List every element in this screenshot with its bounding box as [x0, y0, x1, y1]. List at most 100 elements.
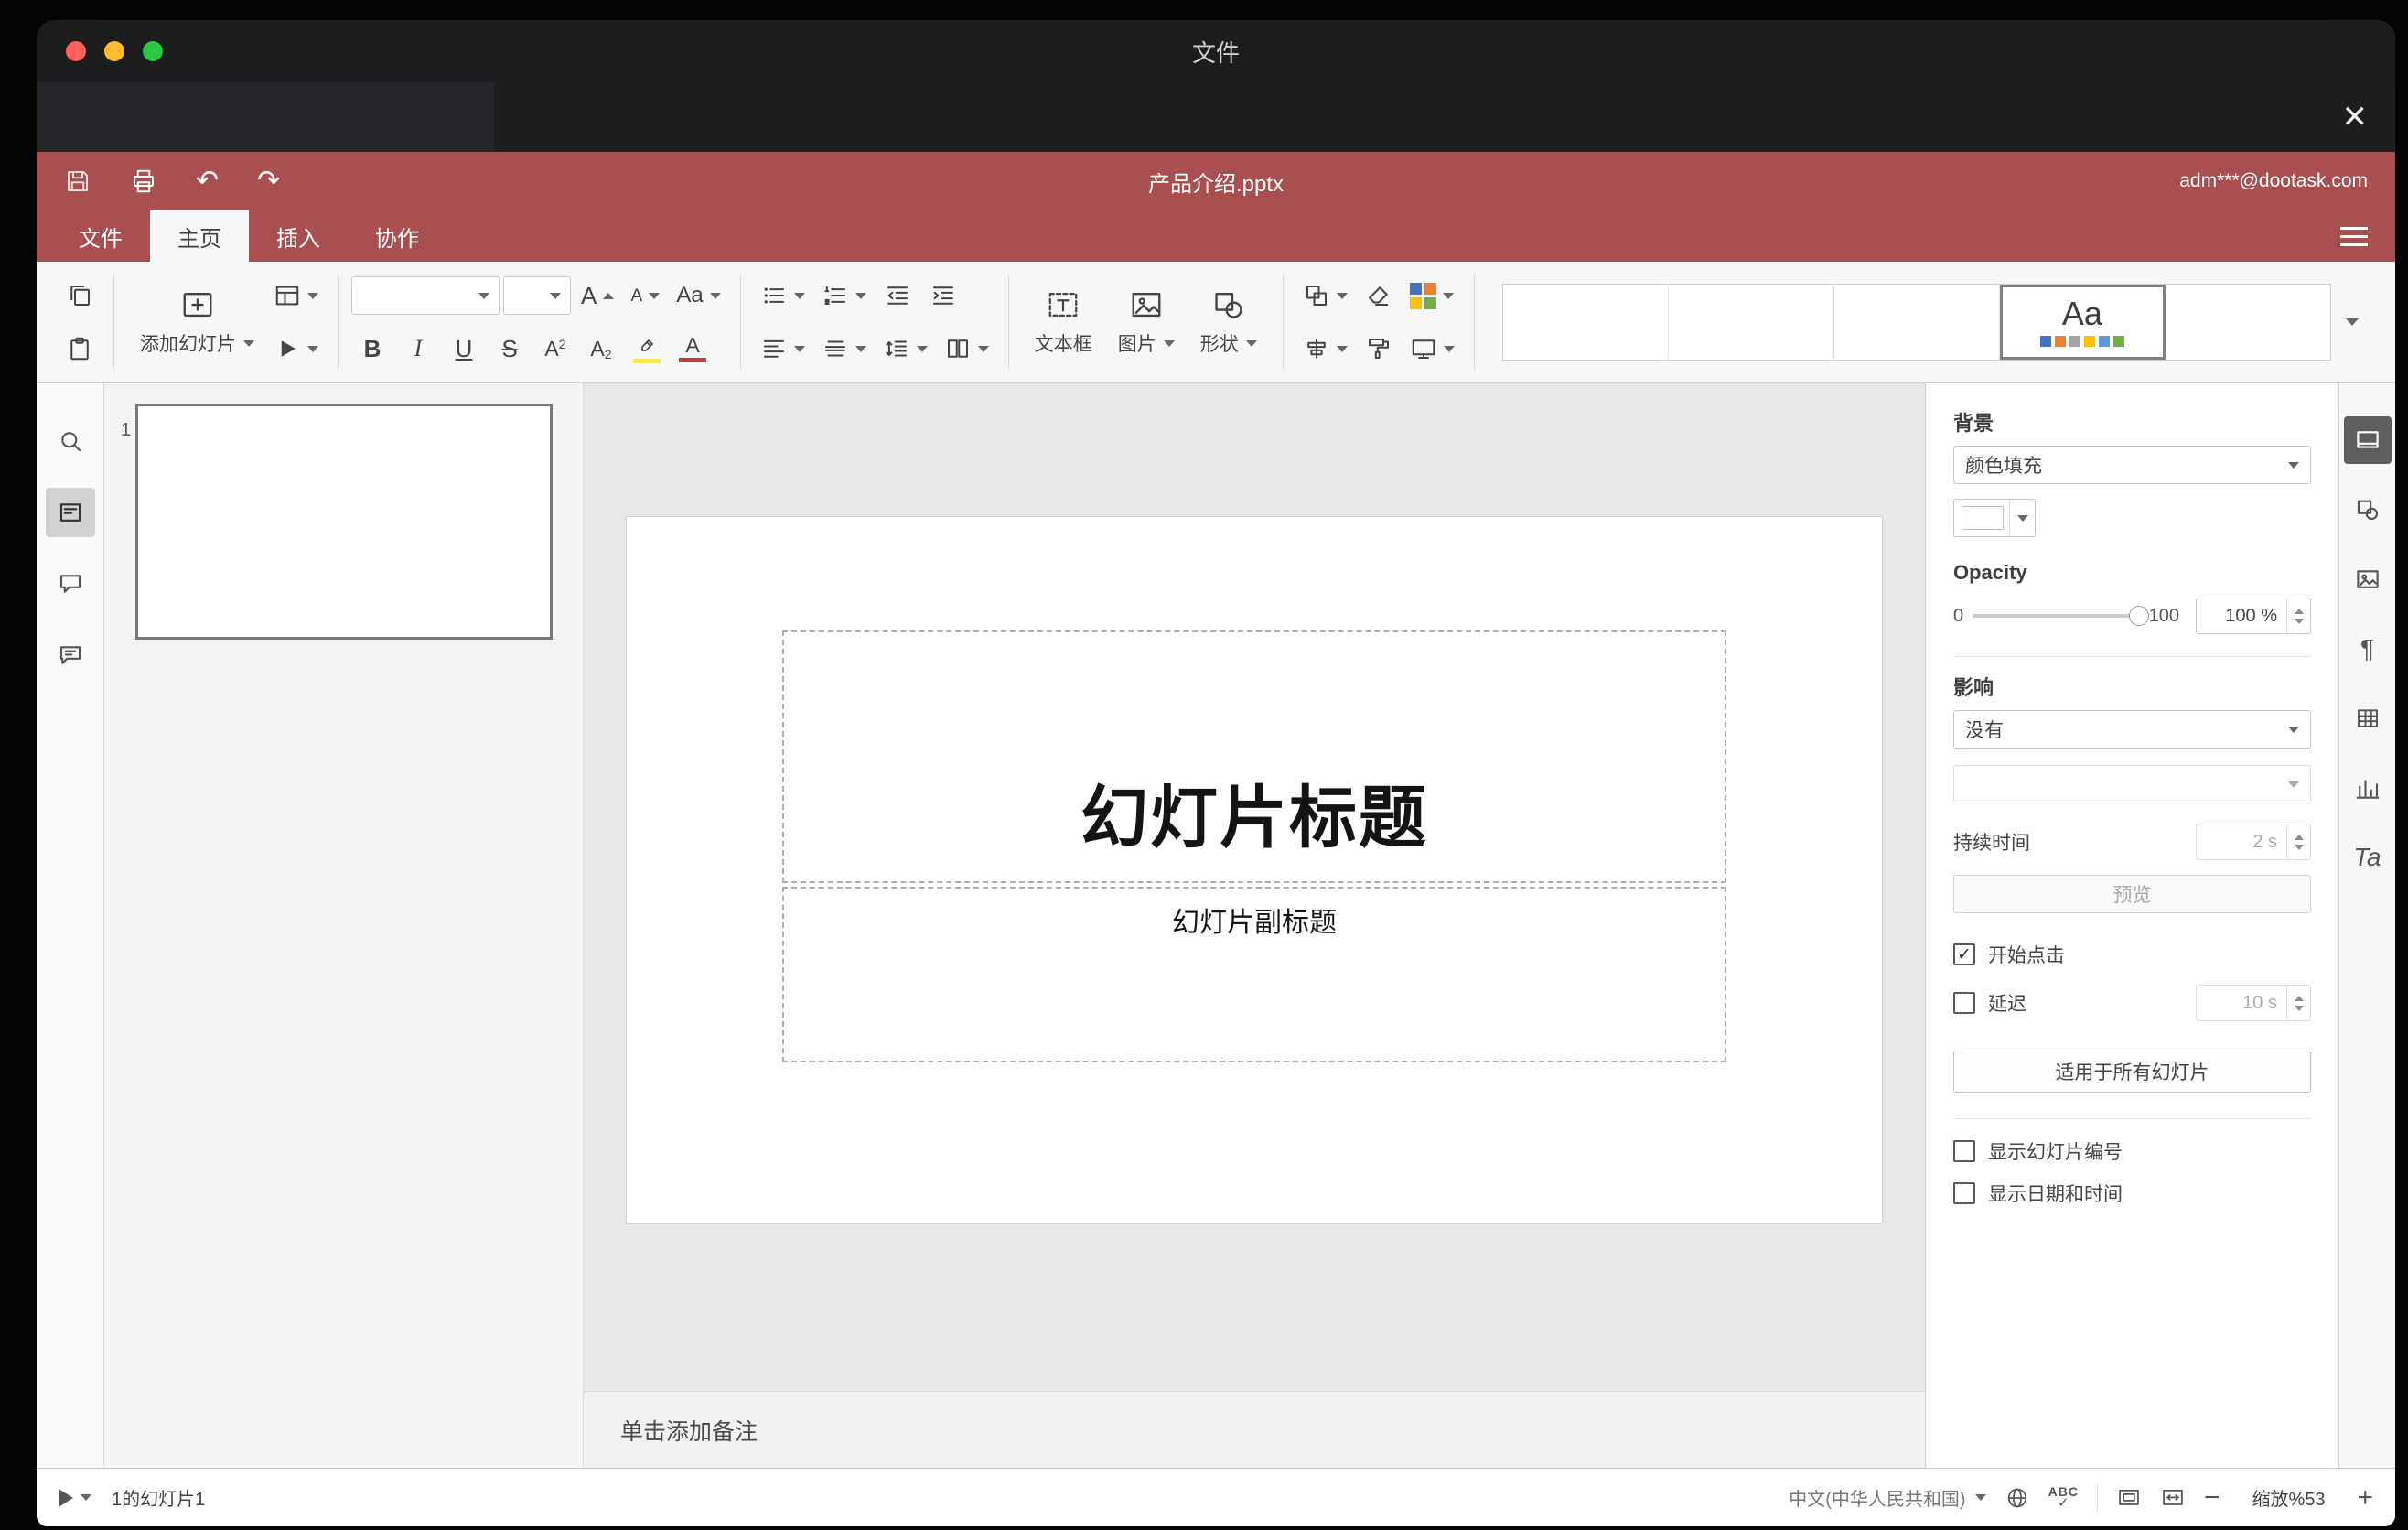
theme-thumbnail[interactable] [1833, 285, 2000, 360]
start-slideshow-statusbar-button[interactable] [59, 1488, 91, 1507]
zoom-out-button[interactable]: − [2204, 1483, 2220, 1512]
italic-button[interactable]: I [397, 326, 439, 372]
show-slide-number-checkbox[interactable] [1953, 1140, 1975, 1162]
zoom-in-button[interactable]: + [2357, 1483, 2373, 1512]
increase-indent-button[interactable] [922, 273, 964, 318]
chat-button[interactable] [46, 630, 95, 680]
paste-button[interactable] [59, 326, 101, 372]
align-shape-button[interactable] [1296, 326, 1354, 372]
opacity-spin[interactable]: 100 % [2196, 598, 2311, 634]
theme-thumbnail[interactable] [1502, 285, 1669, 360]
slide-settings-button[interactable] [2343, 416, 2392, 464]
tab-insert[interactable]: 插入 [249, 210, 348, 262]
slide[interactable]: 幻灯片标题 幻灯片副标题 [627, 517, 1882, 1223]
start-on-click-checkbox[interactable]: ✓ [1953, 943, 1975, 965]
highlight-color-button[interactable] [626, 326, 668, 372]
macos-close-button[interactable] [66, 41, 86, 61]
slider-handle[interactable] [2128, 606, 2149, 626]
copy-button[interactable] [59, 273, 101, 318]
slide-canvas[interactable]: 幻灯片标题 幻灯片副标题 [584, 383, 1925, 1391]
search-button[interactable] [46, 416, 95, 466]
spin-up-icon[interactable] [2294, 608, 2304, 614]
theme-gallery-more-button[interactable] [2331, 284, 2373, 361]
tab-home[interactable]: 主页 [150, 210, 249, 262]
save-button[interactable] [64, 167, 91, 195]
slides-panel-button[interactable] [45, 488, 95, 537]
insert-shape-button[interactable]: 形状 [1188, 270, 1270, 374]
preview-button[interactable]: 预览 [1953, 875, 2311, 913]
underline-button[interactable]: U [443, 326, 485, 372]
fit-width-button[interactable] [2160, 1485, 2186, 1511]
language-selector[interactable]: 中文(中华人民共和国) [1789, 1484, 1986, 1511]
spin-down-icon[interactable] [2294, 618, 2304, 624]
table-settings-button[interactable] [2344, 695, 2392, 742]
shape-settings-button[interactable] [2344, 486, 2392, 533]
spin-down-icon[interactable] [2294, 844, 2304, 850]
bullets-button[interactable] [754, 273, 812, 318]
duration-spin[interactable]: 2 s [2196, 824, 2311, 860]
opacity-slider[interactable] [1973, 606, 2149, 626]
change-case-button[interactable]: Aa [670, 273, 726, 318]
insert-image-button[interactable]: 图片 [1105, 270, 1188, 374]
bold-button[interactable]: B [351, 326, 393, 372]
paragraph-settings-button[interactable]: ¶ [2344, 625, 2392, 673]
tab-file[interactable]: 文件 [51, 210, 150, 262]
add-slide-button[interactable]: 添加幻灯片 [127, 270, 267, 374]
image-settings-button[interactable] [2344, 555, 2392, 603]
effect-type-select[interactable] [1953, 765, 2311, 803]
vertical-align-button[interactable] [815, 326, 873, 372]
change-layout-button[interactable] [267, 273, 325, 318]
spellcheck-button[interactable]: ABC ✓ [2048, 1485, 2079, 1510]
insert-textbox-button[interactable]: 文本框 [1022, 270, 1105, 374]
subscript-button[interactable]: A2 [580, 326, 622, 372]
theme-thumbnail-selected[interactable]: Aa [1999, 285, 2166, 360]
background-fill-select[interactable]: 颜色填充 [1953, 446, 2311, 484]
arrange-shape-button[interactable] [1296, 273, 1354, 318]
macos-minimize-button[interactable] [104, 41, 124, 61]
columns-button[interactable] [938, 326, 995, 372]
chart-settings-button[interactable] [2344, 764, 2392, 812]
apply-to-all-slides-button[interactable]: 适用于所有幻灯片 [1953, 1051, 2311, 1093]
tab-collaboration[interactable]: 协作 [348, 210, 446, 262]
spin-up-icon[interactable] [2294, 834, 2304, 840]
background-color-picker[interactable] [1953, 499, 2036, 537]
increase-font-button[interactable]: A [575, 273, 620, 318]
notes-area[interactable]: 单击添加备注 [584, 1391, 1925, 1468]
numbering-button[interactable] [815, 273, 873, 318]
spin-down-icon[interactable] [2294, 1005, 2304, 1011]
show-date-time-checkbox[interactable] [1953, 1182, 1975, 1204]
comments-button[interactable] [46, 559, 95, 609]
superscript-button[interactable]: A2 [534, 326, 576, 372]
view-settings-menu-button[interactable] [2340, 226, 2368, 246]
spin-up-icon[interactable] [2294, 995, 2304, 1001]
copy-style-button[interactable] [1358, 326, 1400, 372]
theme-thumbnail[interactable] [2165, 285, 2330, 360]
title-placeholder[interactable]: 幻灯片标题 [782, 630, 1726, 883]
redo-button[interactable]: ↷ [257, 167, 280, 195]
theme-thumbnail[interactable] [1668, 285, 1834, 360]
line-spacing-button[interactable] [876, 326, 934, 372]
delay-spin[interactable]: 10 s [2196, 985, 2311, 1021]
fit-slide-button[interactable] [2116, 1485, 2142, 1511]
effect-select[interactable]: 没有 [1953, 710, 2311, 749]
subtitle-placeholder[interactable]: 幻灯片副标题 [782, 887, 1726, 1062]
color-scheme-button[interactable] [1403, 273, 1460, 318]
horizontal-align-button[interactable] [754, 326, 812, 372]
font-color-button[interactable]: A [672, 326, 714, 372]
delay-checkbox[interactable] [1953, 992, 1975, 1014]
decrease-font-button[interactable]: A [624, 273, 666, 318]
font-size-combo[interactable] [503, 276, 571, 315]
decrease-indent-button[interactable] [876, 273, 919, 318]
textart-settings-button[interactable]: Ta [2344, 834, 2392, 881]
font-name-combo[interactable] [351, 276, 500, 315]
clear-style-button[interactable] [1358, 273, 1400, 318]
slide-size-button[interactable] [1403, 326, 1461, 372]
slide-thumbnail-1[interactable] [135, 404, 553, 640]
strikethrough-button[interactable]: S [489, 326, 531, 372]
close-icon[interactable]: ✕ [2342, 102, 2369, 133]
undo-button[interactable]: ↶ [196, 167, 219, 195]
start-slideshow-button[interactable] [267, 326, 325, 372]
macos-zoom-button[interactable] [143, 41, 163, 61]
print-button[interactable] [130, 167, 157, 195]
set-language-button[interactable] [2005, 1485, 2030, 1511]
